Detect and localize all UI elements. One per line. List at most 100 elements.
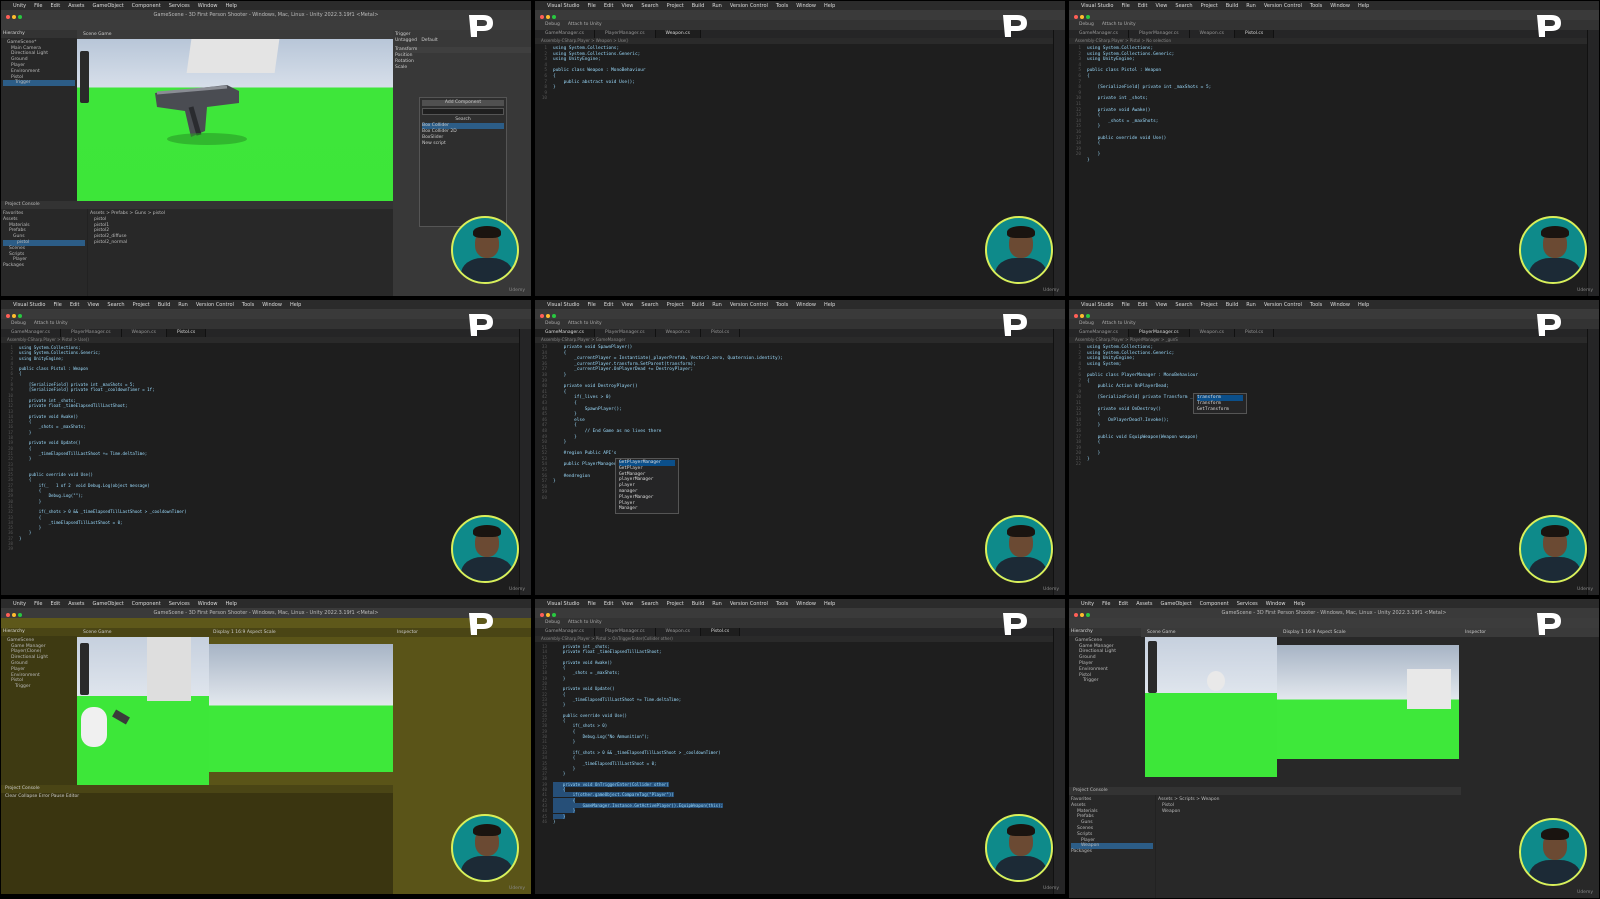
attach-to-unity-button[interactable]: Attach to Unity xyxy=(568,321,602,326)
attach-to-unity-button[interactable]: Attach to Unity xyxy=(34,321,68,326)
menu-item[interactable]: File xyxy=(587,302,595,308)
vs-toolbar[interactable]: Debug Attach to Unity xyxy=(1069,319,1599,329)
menu-item[interactable]: Build xyxy=(692,3,705,9)
component-option[interactable]: New script xyxy=(422,141,504,147)
menu-item[interactable]: Project xyxy=(1201,302,1218,308)
editor-sidebar[interactable] xyxy=(1053,30,1065,296)
editor-tabs[interactable]: GameManager.cs PlayerManager.cs Weapon.cs xyxy=(535,30,1065,38)
editor-tabs[interactable]: GameManager.cs PlayerManager.cs Weapon.cs P… xyxy=(1069,30,1599,38)
editor-tab[interactable]: Weapon.cs xyxy=(656,329,701,337)
hierarchy-item[interactable]: Trigger xyxy=(3,684,75,690)
editor-tabs[interactable]: GameManager.cs PlayerManager.cs Weapon.cs P… xyxy=(1069,329,1599,337)
menu-item[interactable]: Edit xyxy=(604,302,614,308)
editor-sidebar[interactable] xyxy=(1587,329,1599,595)
autocomplete-popup[interactable]: GetPlayerManager GetPlayer GetManager pl… xyxy=(615,458,679,515)
menu-item[interactable]: Help xyxy=(824,601,835,607)
vs-toolbar[interactable]: Debug Attach to Unity xyxy=(1,319,531,329)
menu-item[interactable]: Run xyxy=(178,302,188,308)
menu-item[interactable]: Visual Studio xyxy=(13,302,45,308)
vs-toolbar[interactable]: Debug Attach to Unity xyxy=(1069,20,1599,30)
menu-item[interactable]: Window xyxy=(1266,601,1286,607)
menu-item[interactable]: Tools xyxy=(1310,302,1322,308)
menu-item[interactable]: File xyxy=(1102,601,1110,607)
menu-item[interactable]: Edit xyxy=(51,601,61,607)
project-tree[interactable]: Favorites Assets Materials Prefabs Guns … xyxy=(1,209,87,296)
menu-item[interactable]: Window xyxy=(796,3,816,9)
menu-item[interactable]: Build xyxy=(1226,302,1239,308)
autocomplete-item[interactable]: GetTransform xyxy=(1197,407,1243,413)
menu-item[interactable]: Component xyxy=(1200,601,1229,607)
menu-item[interactable]: File xyxy=(587,601,595,607)
cube-object[interactable] xyxy=(1407,669,1451,709)
menu-item[interactable]: Version Control xyxy=(730,601,768,607)
tag-dropdown[interactable]: Untagged xyxy=(395,38,417,43)
menu-item[interactable]: Edit xyxy=(1119,601,1129,607)
menu-item[interactable]: Search xyxy=(107,302,124,308)
menu-item[interactable]: File xyxy=(34,3,42,9)
menu-item[interactable]: GameObject xyxy=(92,3,123,9)
menu-item[interactable]: Edit xyxy=(51,3,61,9)
component-search-input[interactable] xyxy=(422,108,504,115)
menu-item[interactable]: Project xyxy=(667,302,684,308)
unity-toolbar[interactable] xyxy=(1,20,531,30)
menu-item[interactable]: Window xyxy=(1330,302,1350,308)
editor-tab[interactable]: GameManager.cs xyxy=(535,30,595,38)
scene-tools[interactable] xyxy=(80,51,89,103)
menu-item[interactable]: Help xyxy=(1358,3,1369,9)
menu-item[interactable]: Help xyxy=(1294,601,1305,607)
menu-item[interactable]: File xyxy=(1121,3,1129,9)
tree-item[interactable]: Packages xyxy=(3,263,85,269)
attach-to-unity-button[interactable]: Attach to Unity xyxy=(568,620,602,625)
code-editor[interactable]: 1 2 3 4 5 6 7 8 9 10 11 12 13 14 15 16 1… xyxy=(1069,44,1587,296)
file-item[interactable]: pistol2_normal xyxy=(90,240,391,246)
menu-item[interactable]: Tools xyxy=(1310,3,1322,9)
menu-item[interactable]: Unity xyxy=(13,3,26,9)
code-text[interactable]: using System.Collections; using System.C… xyxy=(1087,345,1587,462)
menu-item[interactable]: Visual Studio xyxy=(547,3,579,9)
menu-item[interactable]: Assets xyxy=(1136,601,1152,607)
menu-item[interactable]: Tools xyxy=(776,3,788,9)
menu-item[interactable]: Visual Studio xyxy=(547,302,579,308)
menu-item[interactable]: Visual Studio xyxy=(1081,302,1113,308)
debug-config-dropdown[interactable]: Debug xyxy=(1079,22,1094,27)
debug-config-dropdown[interactable]: Debug xyxy=(1079,321,1094,326)
menu-item[interactable]: Window xyxy=(198,601,218,607)
menu-item[interactable]: Tools xyxy=(776,302,788,308)
menu-item[interactable]: Build xyxy=(158,302,171,308)
menu-item[interactable]: GameObject xyxy=(1160,601,1191,607)
player-capsule[interactable] xyxy=(1207,671,1225,691)
menu-item[interactable]: Assets xyxy=(68,3,84,9)
game-view-toolbar[interactable]: Display 1 16:9 Aspect Scale xyxy=(209,628,393,637)
unity-toolbar[interactable] xyxy=(1069,618,1599,628)
editor-tab-active[interactable]: GameManager.cs xyxy=(535,329,595,337)
editor-tab[interactable]: GameManager.cs xyxy=(1069,30,1129,38)
vs-toolbar[interactable]: Debug Attach to Unity xyxy=(535,20,1065,30)
scene-view[interactable]: Scene Game xyxy=(77,30,393,201)
menu-item[interactable]: Help xyxy=(824,302,835,308)
menu-item[interactable]: Unity xyxy=(13,601,26,607)
menu-item[interactable]: Help xyxy=(290,302,301,308)
console-panel[interactable]: Project Console Clear Collapse Error Pau… xyxy=(1,785,393,894)
menu-item[interactable]: Search xyxy=(641,3,658,9)
menu-item[interactable]: Run xyxy=(712,302,722,308)
menu-item[interactable]: File xyxy=(1121,302,1129,308)
menu-item[interactable]: View xyxy=(1156,3,1168,9)
editor-tab[interactable]: Weapon.cs xyxy=(1190,30,1235,38)
menu-item[interactable]: Window xyxy=(796,302,816,308)
menu-item[interactable]: File xyxy=(34,601,42,607)
debug-config-dropdown[interactable]: Debug xyxy=(545,620,560,625)
menu-item[interactable]: Help xyxy=(226,3,237,9)
cube-object[interactable] xyxy=(147,637,191,701)
menu-item[interactable]: View xyxy=(1156,302,1168,308)
menu-item[interactable]: Help xyxy=(226,601,237,607)
hierarchy-item-selected[interactable]: Trigger xyxy=(3,80,75,87)
editor-tab[interactable]: PlayerManager.cs xyxy=(595,329,656,337)
menu-item[interactable]: Component xyxy=(132,3,161,9)
file-item[interactable]: Weapon xyxy=(1158,809,1459,815)
menu-item[interactable]: Edit xyxy=(1138,3,1148,9)
code-block[interactable]: private int _shots; private float _timeE… xyxy=(553,644,721,776)
menu-item[interactable]: Run xyxy=(1246,3,1256,9)
project-panel[interactable]: Project Console Favorites Assets Materia… xyxy=(1069,787,1461,898)
editor-tab[interactable]: PlayerManager.cs xyxy=(1129,30,1190,38)
scene-viewport[interactable] xyxy=(77,39,393,201)
